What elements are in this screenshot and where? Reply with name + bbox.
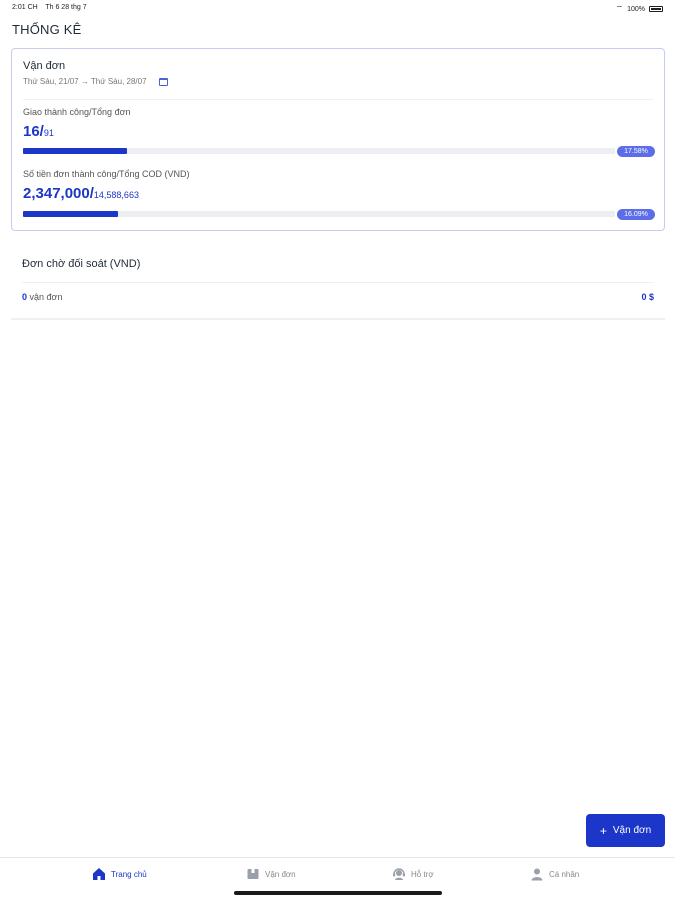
plus-icon: +: [599, 823, 607, 838]
status-left: 2:01 CH Th 6 28 thg 7: [12, 4, 87, 11]
cod-progress-fill: [23, 211, 119, 217]
package-icon: [247, 869, 259, 879]
delivery-value: 16/91: [23, 123, 54, 141]
status-date: Th 6 28 thg 7: [45, 4, 87, 11]
cod-progress-track: [23, 211, 615, 217]
tab-orders-label: Vận đơn: [265, 869, 296, 879]
divider: [23, 99, 653, 100]
cod-value: 2,347,000/14,588,663: [23, 185, 139, 203]
delivery-total: 91: [43, 128, 54, 138]
reconciliation-title: Đơn chờ đối soát (VND): [22, 258, 141, 270]
page-title: THỐNG KÊ: [12, 22, 82, 37]
wifi-icon: ⌔: [615, 4, 624, 13]
battery-icon: [649, 6, 663, 12]
stats-card-title: Vận đơn: [23, 60, 66, 72]
divider: [22, 282, 654, 283]
tab-profile-label: Cá nhân: [549, 869, 580, 879]
battery-percent: 100%: [627, 5, 645, 13]
reconciliation-card[interactable]: Đơn chờ đối soát (VND) 0 vận đơn 0 $: [11, 246, 665, 320]
cod-label: Số tiền đơn thành công/Tổng COD (VND): [23, 169, 190, 179]
delivery-progress-fill: [23, 148, 128, 154]
calendar-icon[interactable]: [158, 77, 168, 86]
date-range-text: Thứ Sáu, 21/07 → Thứ Sáu, 28/07: [23, 77, 147, 86]
tab-support[interactable]: Hỗ trợ: [392, 867, 434, 881]
add-order-label: Vận đơn: [612, 825, 652, 836]
home-indicator: [234, 891, 442, 895]
delivery-label: Giao thành công/Tổng đơn: [23, 107, 131, 117]
tab-home-label: Trang chủ: [111, 869, 147, 879]
reconciliation-amount: 0 $: [641, 292, 654, 302]
cod-total: 14,588,663: [93, 190, 139, 200]
status-bar: 2:01 CH Th 6 28 thg 7 ⌔ 100%: [0, 0, 675, 16]
add-order-button[interactable]: + Vận đơn: [586, 814, 665, 847]
tab-orders[interactable]: Vận đơn: [246, 867, 296, 881]
status-right: ⌔ 100%: [616, 4, 663, 14]
support-icon: [393, 868, 405, 880]
tab-support-label: Hỗ trợ: [411, 869, 434, 879]
reconciliation-count-unit: vận đơn: [29, 292, 63, 302]
reconciliation-count-number: 0: [22, 292, 28, 302]
home-icon: [93, 868, 105, 880]
delivery-progress-track: [23, 148, 615, 154]
stats-card: Vận đơn Thứ Sáu, 21/07 → Thứ Sáu, 28/07 …: [11, 48, 665, 231]
tab-profile[interactable]: Cá nhân: [530, 867, 579, 881]
cod-success: 2,347,000/: [23, 185, 94, 202]
delivery-success: 16/: [23, 123, 44, 140]
delivery-percent-badge: 17.58%: [617, 146, 655, 157]
user-icon: [531, 868, 543, 881]
reconciliation-count: 0 vận đơn: [22, 292, 62, 302]
tab-home[interactable]: Trang chủ: [92, 867, 147, 881]
status-time: 2:01 CH: [12, 4, 38, 11]
cod-percent-badge: 16.09%: [617, 209, 655, 220]
date-range[interactable]: Thứ Sáu, 21/07 → Thứ Sáu, 28/07: [23, 77, 168, 86]
